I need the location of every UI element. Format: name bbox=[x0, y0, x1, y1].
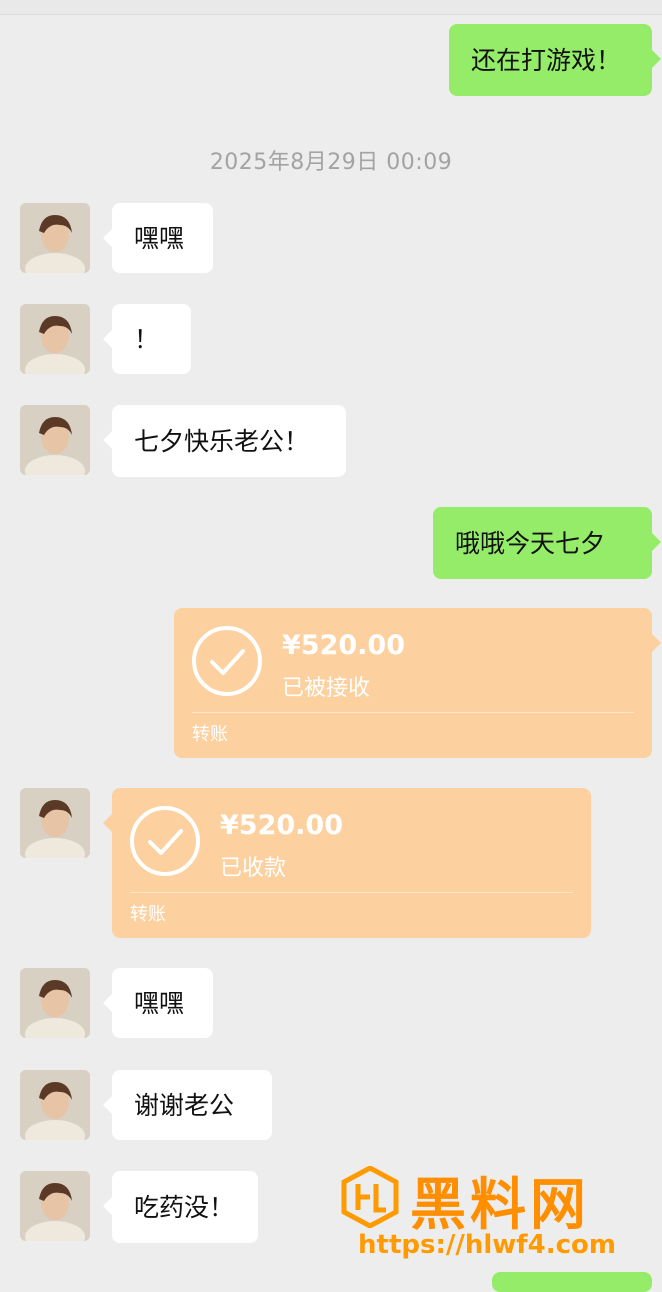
watermark-url: https://hlwf4.com bbox=[358, 1230, 616, 1260]
top-edge bbox=[0, 0, 662, 15]
transfer-divider bbox=[192, 712, 634, 713]
avatar-image bbox=[20, 405, 90, 475]
check-circle-icon bbox=[130, 806, 200, 876]
message-bubble-outgoing[interactable]: 哦哦今天七夕 bbox=[433, 507, 661, 579]
avatar-image bbox=[20, 1171, 90, 1241]
transfer-label: 转账 bbox=[192, 724, 228, 745]
transfer-amount: ¥520.00 bbox=[282, 630, 405, 661]
avatar-image bbox=[20, 968, 90, 1038]
message-timestamp: 2025年8月29日 00:09 bbox=[209, 150, 453, 175]
contact-avatar[interactable] bbox=[20, 968, 90, 1038]
transfer-status: 已收款 bbox=[220, 856, 287, 881]
avatar-image bbox=[20, 304, 90, 374]
transfer-card-outgoing[interactable]: ¥520.00 已被接收 转账 bbox=[174, 608, 661, 758]
avatar-image bbox=[20, 1070, 90, 1140]
contact-avatar[interactable] bbox=[20, 405, 90, 475]
check-circle-icon bbox=[192, 626, 262, 696]
watermark-title: 黑料网 bbox=[410, 1173, 590, 1238]
message-bubble-outgoing[interactable]: 还在打游戏！ bbox=[449, 24, 661, 96]
transfer-status: 已被接收 bbox=[282, 676, 371, 701]
transfer-card-incoming[interactable]: ¥520.00 已收款 转账 bbox=[103, 788, 591, 938]
message-bubble-incoming[interactable]: ！ bbox=[103, 304, 191, 374]
transfer-divider bbox=[130, 892, 573, 893]
contact-avatar[interactable] bbox=[20, 1171, 90, 1241]
message-bubble-incoming[interactable]: 嘿嘿 bbox=[103, 968, 213, 1038]
contact-avatar[interactable] bbox=[20, 304, 90, 374]
message-bubble-incoming[interactable]: 七夕快乐老公！ bbox=[103, 405, 346, 477]
message-bubble-incoming[interactable]: 嘿嘿 bbox=[103, 203, 213, 273]
contact-avatar[interactable] bbox=[20, 788, 90, 858]
avatar-image bbox=[20, 203, 90, 273]
transfer-label: 转账 bbox=[130, 904, 166, 925]
message-bubble-incoming[interactable]: 谢谢老公 bbox=[103, 1070, 272, 1140]
transfer-amount: ¥520.00 bbox=[220, 810, 343, 841]
message-bubble-outgoing-partial[interactable] bbox=[492, 1272, 652, 1292]
watermark: 黑料网 https://hlwf4.com bbox=[340, 1160, 660, 1270]
avatar-image bbox=[20, 788, 90, 858]
contact-avatar[interactable] bbox=[20, 1070, 90, 1140]
message-bubble-incoming[interactable]: 吃药没！ bbox=[103, 1171, 258, 1243]
watermark-logo-icon bbox=[341, 1166, 399, 1228]
contact-avatar[interactable] bbox=[20, 203, 90, 273]
